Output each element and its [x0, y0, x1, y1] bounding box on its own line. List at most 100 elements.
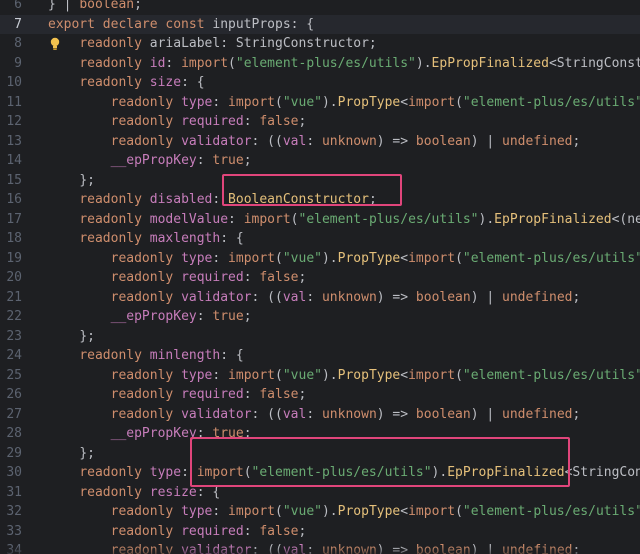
code-token: EpPropFinalized — [431, 55, 549, 71]
code-text: readonly required: false; — [48, 385, 307, 405]
code-text: readonly validator: ((val: unknown) => b… — [48, 405, 581, 425]
code-token: : — [212, 367, 229, 383]
code-token: ( — [275, 250, 283, 266]
code-token: ( — [455, 504, 463, 519]
code-token: "element-plus/es/utils" — [462, 250, 640, 266]
code-line[interactable]: 22 __epPropKey: true; — [0, 307, 640, 327]
code-token: required — [181, 270, 244, 285]
code-token: type — [149, 465, 182, 480]
code-line[interactable]: 24 readonly minlength: { — [0, 346, 640, 366]
code-token: undefined — [502, 133, 573, 149]
code-token: readonly — [110, 270, 182, 285]
code-line[interactable]: 18 readonly maxlength: { — [0, 229, 640, 249]
lightbulb-icon[interactable] — [49, 37, 61, 51]
code-token: boolean — [79, 0, 135, 12]
code-token: ; — [298, 114, 307, 129]
code-text: readonly size: { — [48, 73, 204, 93]
code-token: disabled — [149, 192, 213, 207]
code-line[interactable]: 33 readonly required: false; — [0, 522, 640, 542]
line-number: 31 — [6, 484, 22, 500]
line-number: 26 — [6, 387, 22, 402]
code-token: : { — [290, 16, 315, 32]
code-token: PropType — [337, 367, 401, 383]
code-line[interactable]: 17 readonly modelValue: import("element-… — [0, 210, 640, 230]
code-editor[interactable]: 6} | boolean; 7 export declare const input… — [0, 0, 640, 554]
code-token: ( — [455, 250, 463, 266]
code-token: "vue" — [282, 504, 322, 519]
code-token: import — [181, 55, 229, 71]
code-token: readonly — [110, 289, 182, 305]
code-text: readonly type: import("vue").PropType<im… — [48, 366, 640, 386]
code-token: <(ne — [611, 211, 640, 227]
code-line[interactable]: 6} | boolean; — [0, 0, 640, 15]
code-token: ( — [275, 367, 283, 383]
code-line[interactable]: 9 readonly id: import("element-plus/es/u… — [0, 54, 640, 74]
code-line[interactable]: 8 readonly ariaLabel: StringConstructor; — [0, 34, 640, 54]
code-token: boolean — [415, 289, 471, 305]
code-line[interactable]: 26 readonly required: false; — [0, 385, 640, 405]
code-token: }; — [79, 328, 95, 344]
code-line[interactable]: 7 export declare const inputProps: { — [0, 14, 640, 34]
code-token: false — [259, 270, 299, 285]
code-token: < — [400, 94, 409, 110]
code-token: < — [400, 250, 409, 266]
code-token: readonly — [110, 406, 182, 422]
code-token: readonly — [110, 504, 182, 519]
code-token: readonly — [110, 387, 182, 402]
code-line[interactable]: 11 readonly type: import("vue").PropType… — [0, 93, 640, 113]
code-token: : StringConstructor; — [220, 36, 377, 51]
code-text: readonly validator: ((val: unknown) => b… — [48, 288, 581, 308]
code-line[interactable]: 32 readonly type: import("vue").PropType… — [0, 502, 640, 522]
code-line[interactable]: 10 readonly size: { — [0, 73, 640, 93]
code-token: readonly — [110, 250, 182, 266]
code-token: : — [212, 250, 229, 266]
code-token: boolean — [415, 133, 471, 149]
highlight-box-type-import — [190, 437, 570, 487]
code-token: __epPropKey — [110, 426, 197, 441]
code-line[interactable]: 19 readonly type: import("vue").PropType… — [0, 249, 640, 269]
code-token: : — [243, 387, 260, 402]
code-text: readonly type: import("vue").PropType<im… — [48, 502, 640, 522]
code-line[interactable]: 23 }; — [0, 327, 640, 347]
code-token: unknown — [321, 133, 377, 149]
line-number: 8 — [14, 36, 22, 51]
code-line[interactable]: 20 readonly required: false; — [0, 268, 640, 288]
code-token: export declare const — [48, 16, 213, 32]
code-token: : — [165, 55, 182, 71]
code-token: < — [400, 504, 409, 519]
code-line[interactable]: 14 __epPropKey: true; — [0, 151, 640, 171]
code-token: }; — [79, 172, 95, 188]
code-token: import — [408, 504, 456, 519]
line-number: 15 — [6, 172, 22, 188]
code-line[interactable]: 21 readonly validator: ((val: unknown) =… — [0, 288, 640, 308]
code-line[interactable]: 25 readonly type: import("vue").PropType… — [0, 366, 640, 386]
code-token: undefined — [502, 289, 573, 305]
code-token: modelValue — [149, 211, 229, 227]
line-number: 30 — [6, 465, 22, 480]
code-token: readonly — [110, 94, 182, 110]
code-text: readonly required: false; — [48, 268, 307, 288]
code-line[interactable]: 12 readonly required: false; — [0, 112, 640, 132]
code-line[interactable]: 27 readonly validator: ((val: unknown) =… — [0, 405, 640, 425]
code-token: unknown — [321, 289, 377, 305]
code-token: : — [243, 270, 260, 285]
line-number: 14 — [6, 153, 22, 168]
code-token: val — [282, 133, 307, 149]
code-token: ) | — [470, 406, 503, 422]
code-token: ; — [298, 523, 307, 539]
code-line[interactable]: 13 readonly validator: ((val: unknown) =… — [0, 132, 640, 152]
code-token: "element-plus/es/utils" — [298, 211, 479, 227]
line-number: 24 — [6, 348, 22, 363]
code-token: ) => — [376, 133, 416, 149]
code-token: val — [282, 289, 307, 305]
